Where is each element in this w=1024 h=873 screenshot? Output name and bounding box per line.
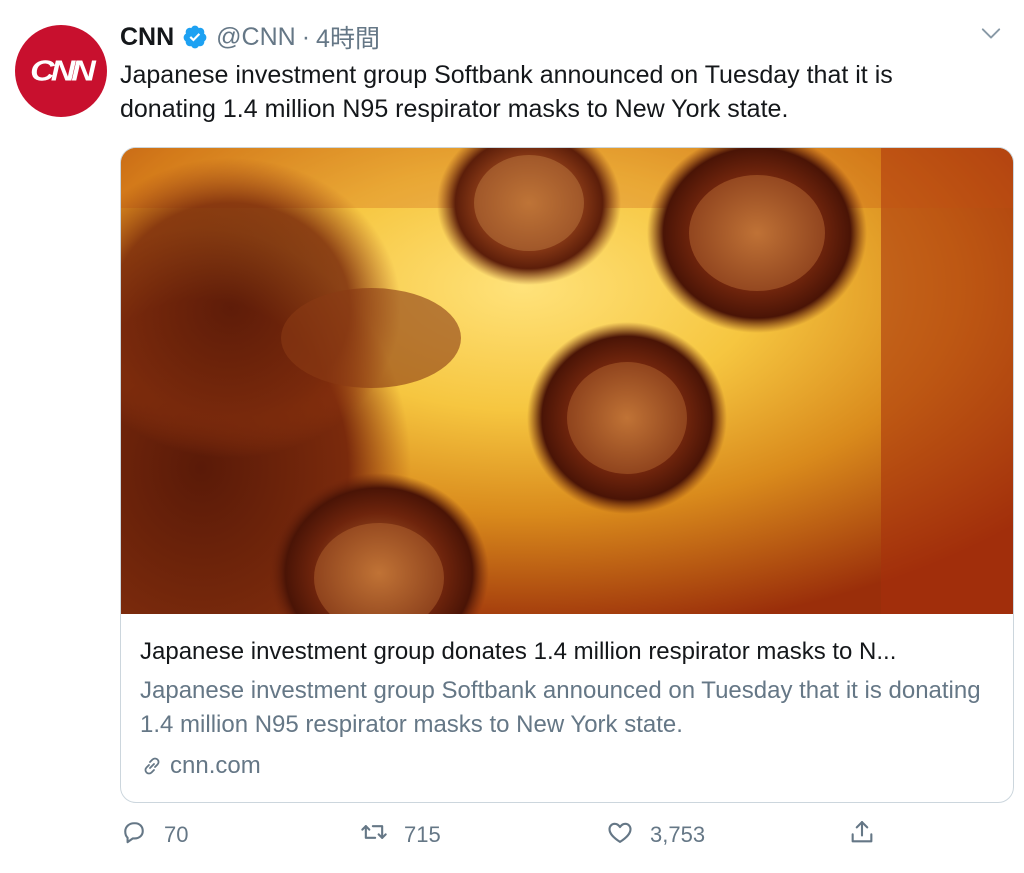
cnn-logo: CNN <box>30 54 96 87</box>
link-card[interactable]: Japanese investment group donates 1.4 mi… <box>120 147 1014 803</box>
share-icon <box>848 818 876 852</box>
heart-icon <box>606 818 634 852</box>
like-count: 3,753 <box>650 822 706 847</box>
tweet-timestamp[interactable]: 4時間 <box>316 19 380 55</box>
like-button[interactable]: 3,753 <box>606 818 705 852</box>
card-title[interactable]: Japanese investment group donates 1.4 mi… <box>140 636 1000 668</box>
chevron-down-icon[interactable] <box>980 22 1002 44</box>
coronavirus-micrograph-image[interactable] <box>121 148 1013 614</box>
retweet-button[interactable]: 715 <box>360 818 441 852</box>
reply-count: 70 <box>164 822 189 847</box>
reply-icon <box>120 818 148 852</box>
share-button[interactable] <box>848 818 876 852</box>
retweet-count: 715 <box>404 822 441 847</box>
tweet-text: Japanese investment group Softbank annou… <box>120 61 893 123</box>
separator-dot: · <box>301 22 311 51</box>
display-name[interactable]: CNN <box>120 23 174 52</box>
link-icon <box>140 754 164 778</box>
tweet[interactable]: CNN CNN @CNN · 4時間 Japanese investment g… <box>0 0 1024 873</box>
card-domain[interactable]: cnn.com <box>140 752 261 780</box>
card-description: Japanese investment group Softbank annou… <box>140 677 981 738</box>
card-domain-text: cnn.com <box>170 752 261 779</box>
user-handle[interactable]: @CNN <box>216 23 296 52</box>
verified-badge-icon <box>182 24 208 50</box>
avatar[interactable]: CNN <box>15 25 107 117</box>
tweet-header: CNN @CNN · 4時間 <box>120 18 380 56</box>
tweet-actions: 70 715 3,753 <box>120 818 1000 858</box>
reply-button[interactable]: 70 <box>120 818 188 852</box>
retweet-icon <box>360 818 388 852</box>
